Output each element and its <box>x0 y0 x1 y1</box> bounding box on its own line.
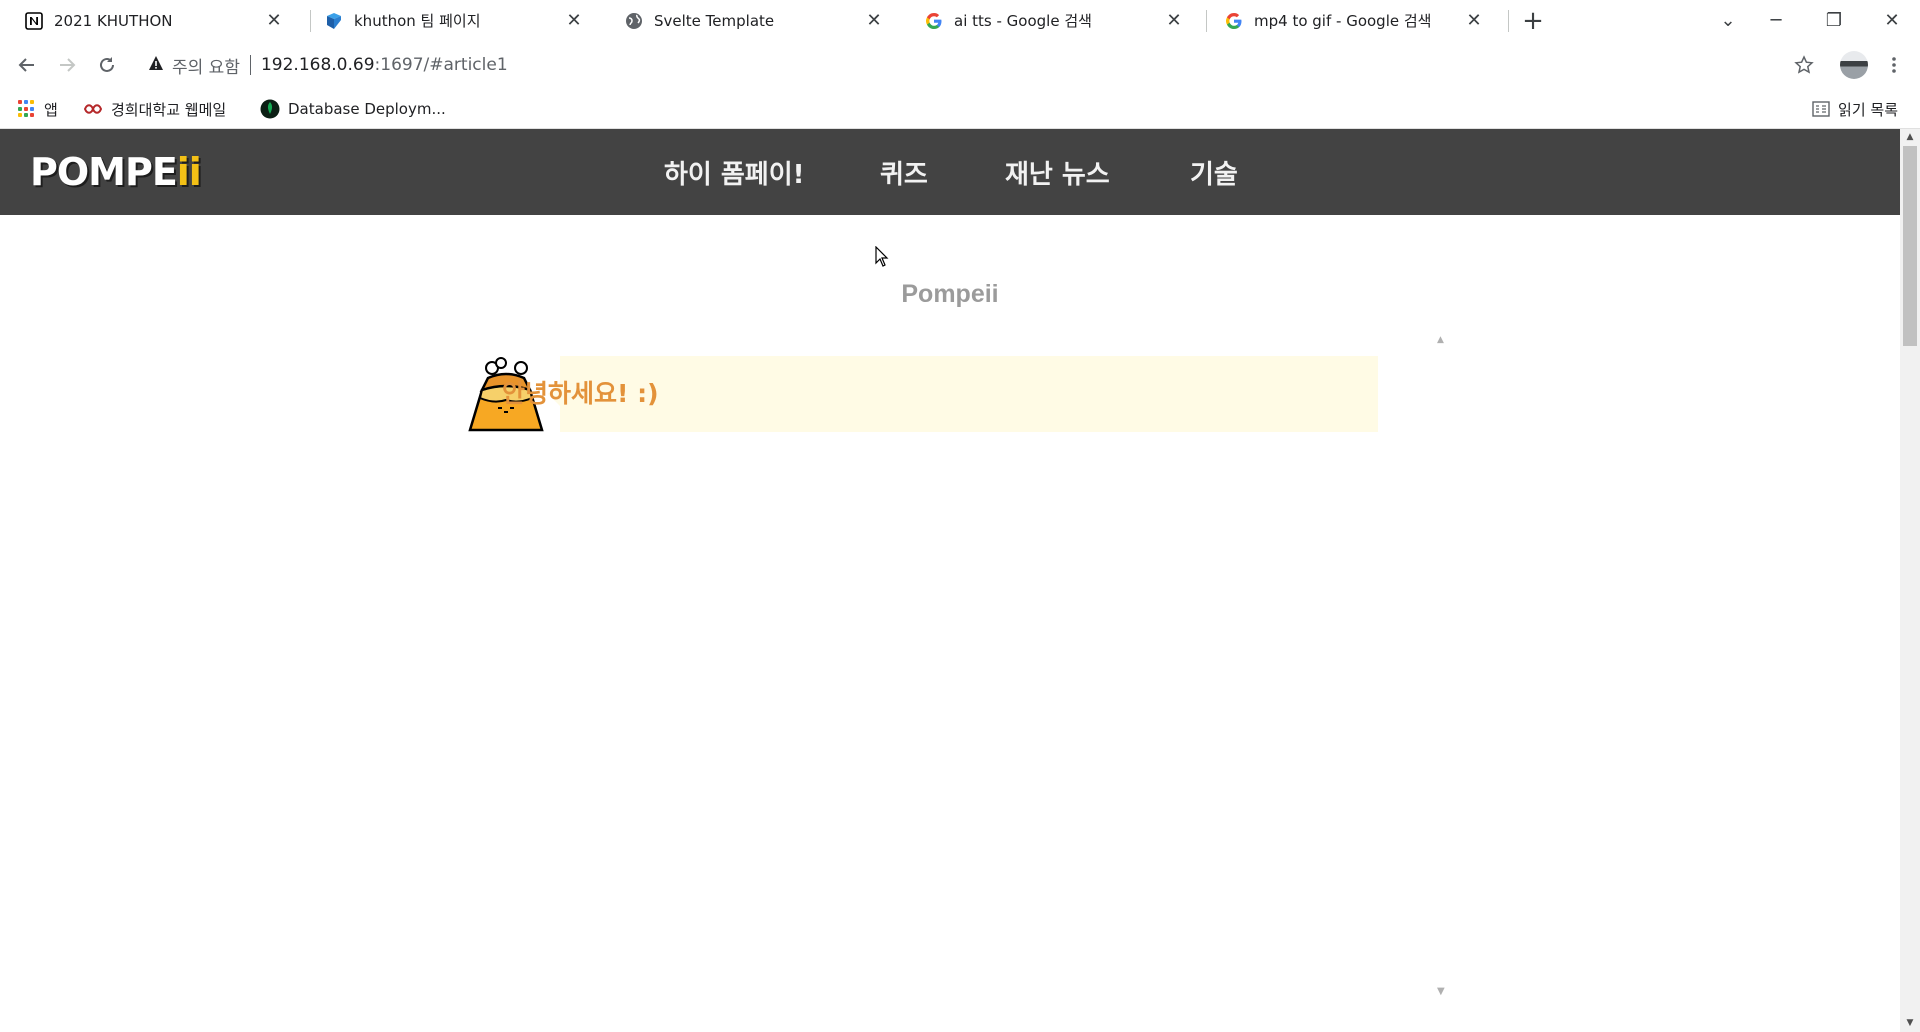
restore-icon: ❐ <box>1825 10 1843 31</box>
profile-avatar[interactable] <box>1840 51 1868 79</box>
tab-title: khuthon 팀 페이지 <box>354 12 481 30</box>
tab-divider <box>1508 10 1509 32</box>
minimize-icon: ─ <box>1770 10 1782 31</box>
mongodb-leaf-icon <box>260 99 280 119</box>
browser-menu-button[interactable] <box>1884 49 1904 81</box>
speech-bubble <box>548 356 1378 432</box>
globe-icon <box>624 11 644 31</box>
pompeii-logo[interactable]: POMPE ii <box>30 149 202 195</box>
bookmark-star-button[interactable] <box>1788 49 1820 81</box>
reading-list-label: 읽기 목록 <box>1838 100 1898 119</box>
tab-svelte-template[interactable]: Svelte Template ✕ <box>600 0 898 41</box>
url-path: :1697/#article1 <box>374 55 508 75</box>
close-tab-icon[interactable]: ✕ <box>862 10 886 31</box>
scroll-up-arrow-icon[interactable]: ▲ <box>1900 129 1920 146</box>
page-title: Pompeii <box>901 280 999 308</box>
star-icon <box>1794 55 1814 74</box>
new-tab-button[interactable]: + <box>1518 6 1548 36</box>
close-tab-icon[interactable]: ✕ <box>1162 10 1186 31</box>
reading-list-icon <box>1812 101 1830 117</box>
reading-list-button[interactable]: 읽기 목록 <box>1812 97 1898 121</box>
notion-icon <box>24 11 44 31</box>
tab-khuthon-team-page[interactable]: khuthon 팀 페이지 ✕ <box>300 0 598 41</box>
close-tab-icon[interactable]: ✕ <box>562 10 586 31</box>
warning-icon[interactable] <box>148 55 164 75</box>
bookmark-apps[interactable]: 앱 <box>18 97 58 121</box>
tab-mp4-to-gif-search[interactable]: mp4 to gif - Google 검색 ✕ <box>1200 0 1498 41</box>
window-close-button[interactable]: ✕ <box>1864 0 1920 41</box>
google-icon <box>1224 11 1244 31</box>
back-button[interactable] <box>11 49 43 81</box>
close-icon: ✕ <box>1884 10 1900 31</box>
google-icon <box>924 11 944 31</box>
bookmark-label: 앱 <box>44 100 58 119</box>
greeting-text: 안녕하세요! :) <box>502 379 659 408</box>
tab-ai-tts-search[interactable]: ai tts - Google 검색 ✕ <box>900 0 1198 41</box>
reload-icon <box>100 57 114 72</box>
tab-title: mp4 to gif - Google 검색 <box>1254 12 1432 30</box>
address-bar[interactable]: 주의 요함 192.168.0.69 :1697/#article1 <box>140 47 1760 83</box>
tab-strip: 2021 KHUTHON ✕ khuthon 팀 페이지 ✕ Svelte Te… <box>0 0 1920 41</box>
bookmark-label: Database Deploym... <box>288 100 446 118</box>
bookmark-database-deploy[interactable]: Database Deploym... <box>260 97 446 121</box>
khu-logo-icon <box>83 102 103 116</box>
chevron-down-icon: ⌄ <box>1720 10 1736 31</box>
tab-2021-khuthon[interactable]: 2021 KHUTHON ✕ <box>0 0 298 41</box>
restore-button[interactable]: ❐ <box>1806 0 1862 41</box>
chat-scroll-up-icon[interactable]: ▲ <box>1437 335 1444 345</box>
cube-icon <box>324 11 344 31</box>
chat-scroll-down-icon[interactable]: ▼ <box>1437 986 1445 997</box>
more-vert-icon <box>1892 57 1896 73</box>
tab-title: 2021 KHUTHON <box>54 11 173 30</box>
arrow-right-icon <box>60 58 76 72</box>
mouse-cursor-icon <box>875 246 889 267</box>
url-host: 192.168.0.69 <box>260 55 375 75</box>
logo-text: POMPE <box>30 150 178 194</box>
close-tab-icon[interactable]: ✕ <box>1462 10 1486 31</box>
close-tab-icon[interactable]: ✕ <box>262 10 286 31</box>
omnibox-divider <box>249 55 251 75</box>
browser-toolbar: 주의 요함 192.168.0.69 :1697/#article1 <box>0 41 1920 89</box>
nav-technology[interactable]: 기술 <box>1190 154 1238 191</box>
arrow-left-icon <box>18 58 34 72</box>
site-navbar: POMPE ii 하이 폼페이! 퀴즈 재난 뉴스 기술 <box>0 129 1900 215</box>
security-label[interactable]: 주의 요함 <box>172 53 240 78</box>
minimize-button[interactable]: ─ <box>1748 0 1804 41</box>
bookmarks-bar: 앱 경희대학교 웹메일 Database Deploym... 읽기 목록 <box>0 89 1920 129</box>
scrollbar-thumb[interactable] <box>1903 146 1917 346</box>
tab-title: Svelte Template <box>654 11 775 30</box>
bookmark-khu-webmail[interactable]: 경희대학교 웹메일 <box>83 97 226 121</box>
nav-quiz[interactable]: 퀴즈 <box>880 154 928 191</box>
forward-button[interactable] <box>51 49 83 81</box>
page-scrollbar[interactable]: ▲ ▼ <box>1900 129 1920 1032</box>
nav-hi-pompeii[interactable]: 하이 폼페이! <box>664 154 805 191</box>
logo-accent-text: ii <box>176 150 202 194</box>
apps-grid-icon <box>18 100 36 118</box>
scroll-down-arrow-icon[interactable]: ▼ <box>1900 1015 1920 1032</box>
reload-button[interactable] <box>91 49 123 81</box>
nav-disaster-news[interactable]: 재난 뉴스 <box>1005 154 1110 191</box>
tab-title: ai tts - Google 검색 <box>954 12 1092 30</box>
bookmark-label: 경희대학교 웹메일 <box>111 100 227 119</box>
